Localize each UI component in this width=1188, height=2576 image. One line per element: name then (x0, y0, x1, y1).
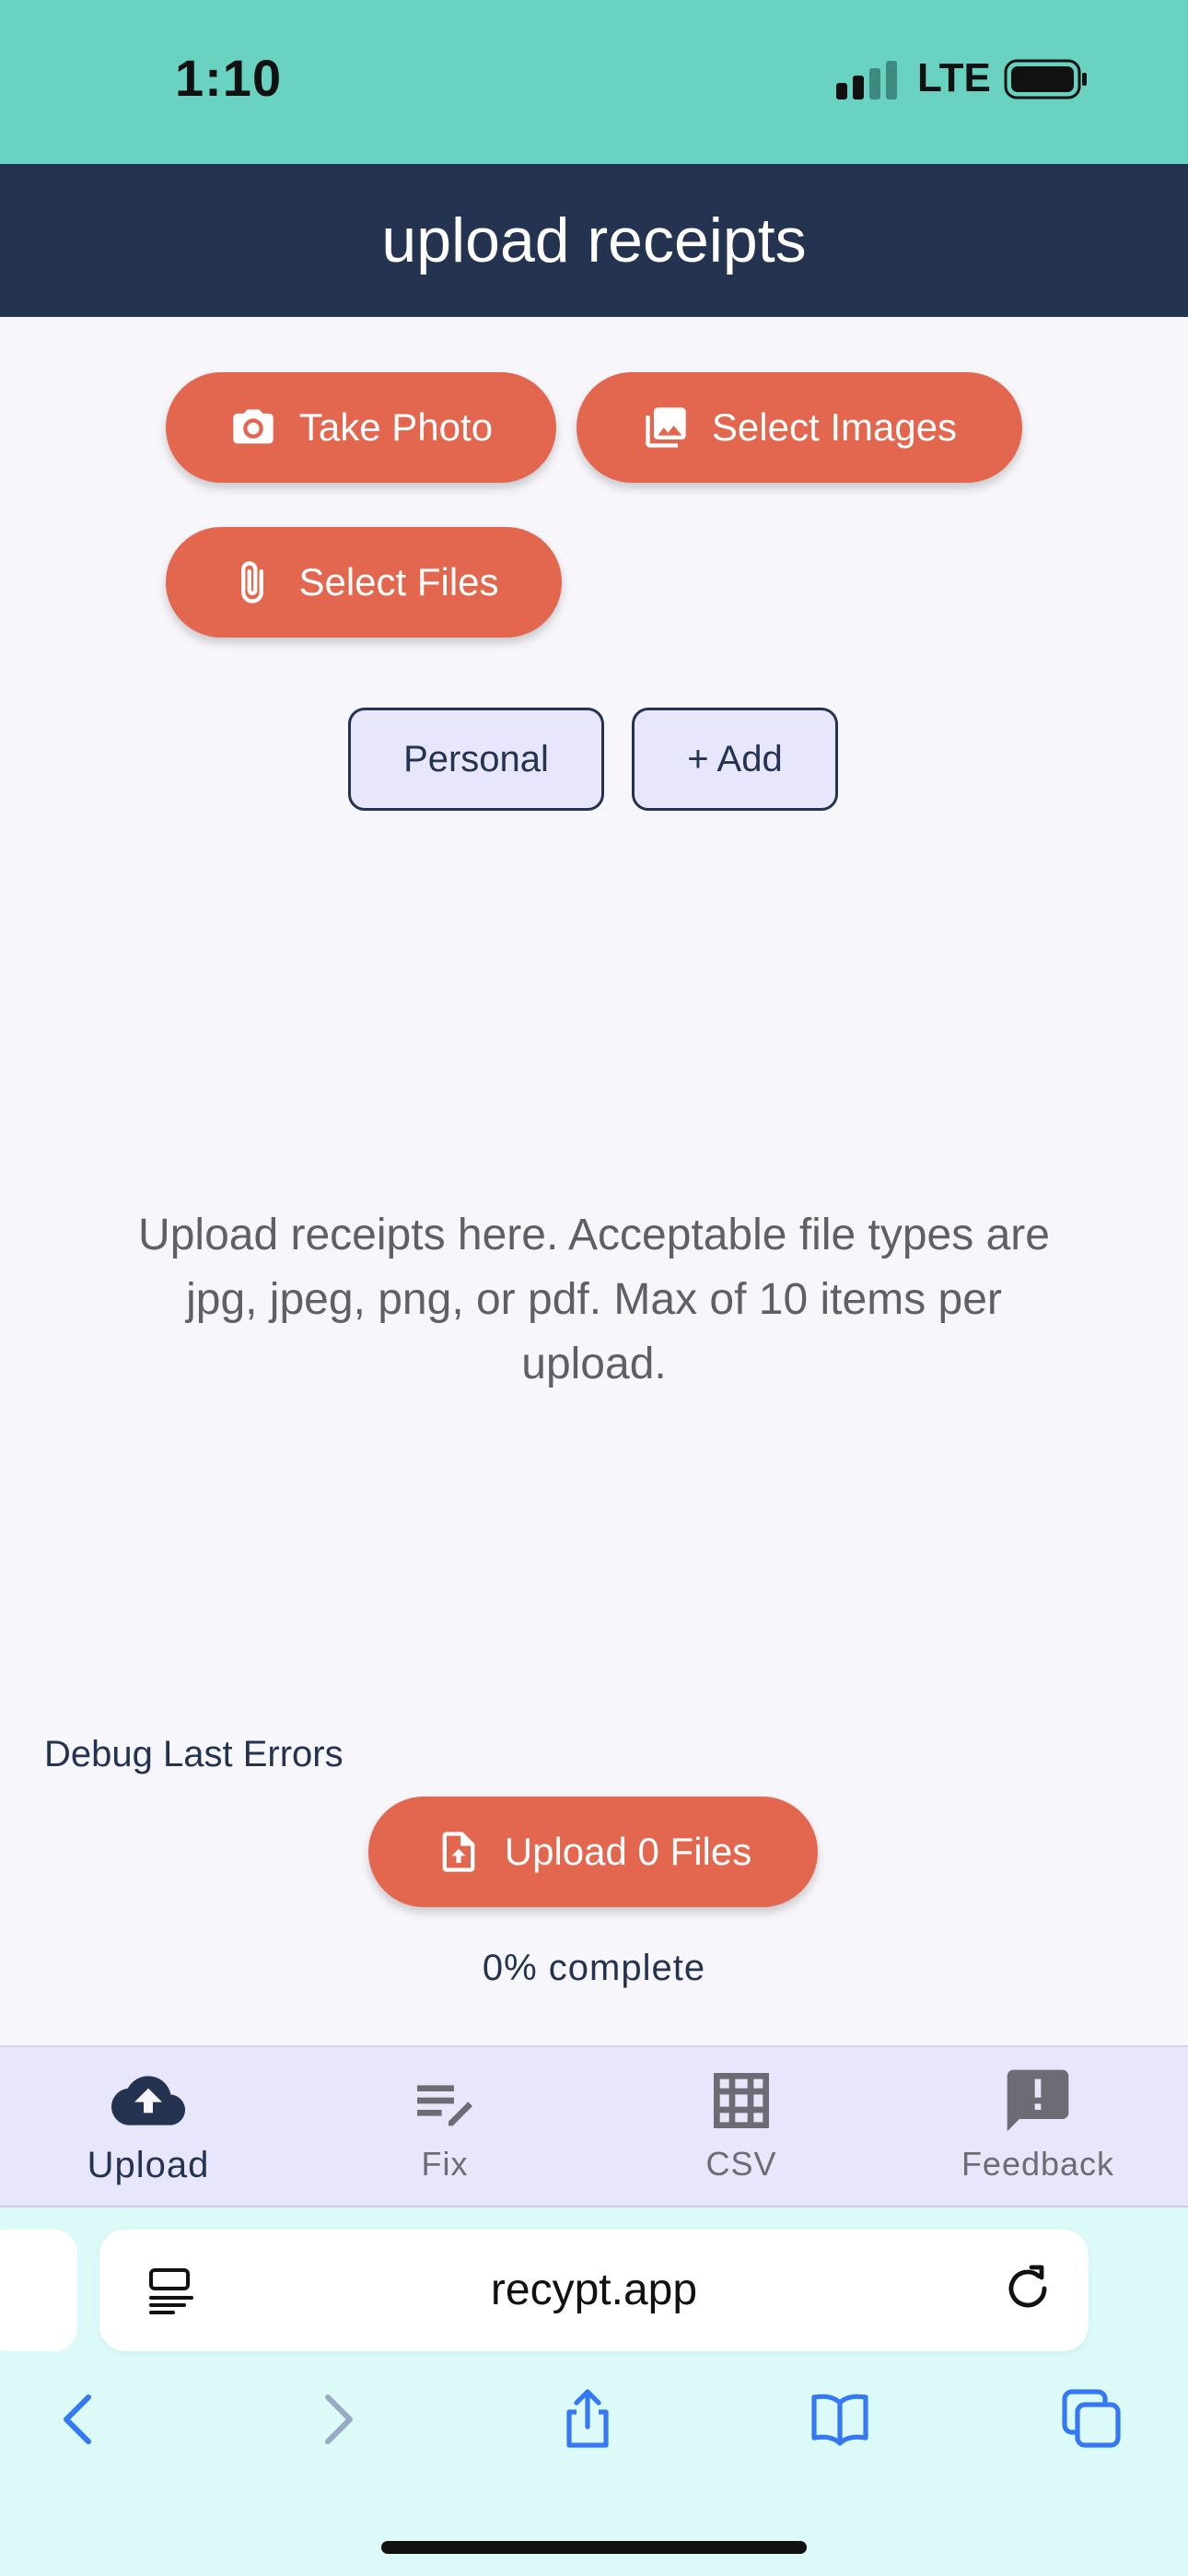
cloud-upload-icon (111, 2076, 185, 2125)
add-tag-label: + Add (687, 738, 783, 779)
previous-tab-preview[interactable] (0, 2230, 77, 2351)
url-text[interactable]: recypt.app (99, 2230, 1089, 2351)
nav-item-csv[interactable]: CSV (593, 2058, 890, 2196)
file-upload-icon (442, 1832, 475, 1872)
tag-personal[interactable]: Personal (348, 708, 604, 811)
edit-list-icon (417, 2085, 472, 2126)
upload-files-button[interactable]: Upload 0 Files (368, 1797, 818, 1907)
network-label: LTE (917, 55, 991, 100)
nav-item-upload[interactable]: Upload (0, 2058, 297, 2196)
feedback-icon (1007, 2069, 1069, 2132)
paperclip-icon (241, 561, 264, 603)
back-icon[interactable] (46, 2386, 112, 2453)
home-indicator (381, 2541, 807, 2554)
page-title: upload receipts (381, 205, 807, 275)
upload-files-label: Upload 0 Files (504, 1830, 752, 1873)
tabs-icon[interactable] (1059, 2386, 1125, 2453)
take-photo-label: Take Photo (298, 405, 494, 449)
status-time: 1:10 (175, 49, 283, 107)
photo-library-icon (646, 407, 686, 448)
nav-item-feedback[interactable]: Feedback (890, 2058, 1186, 2196)
camera-icon (233, 409, 274, 444)
page-menu-icon[interactable] (146, 2265, 197, 2316)
nav-item-fix[interactable]: Fix (297, 2058, 593, 2196)
debug-last-errors-link[interactable]: Debug Last Errors (44, 1734, 344, 1775)
select-files-label: Select Files (298, 560, 499, 603)
nav-label-csv: CSV (705, 2145, 777, 2183)
nav-label-fix: Fix (421, 2145, 469, 2183)
battery-icon (1004, 59, 1087, 100)
select-files-button[interactable]: Select Files (166, 527, 562, 638)
tag-personal-label: Personal (403, 738, 549, 779)
add-tag-button[interactable]: + Add (632, 708, 838, 811)
nav-label-feedback: Feedback (961, 2145, 1115, 2183)
select-images-button[interactable]: Select Images (577, 372, 1022, 483)
share-icon[interactable] (554, 2386, 621, 2453)
bookmarks-icon[interactable] (807, 2386, 873, 2453)
grid-icon (714, 2073, 769, 2128)
reload-icon[interactable] (1000, 2261, 1055, 2316)
signal-icon (836, 61, 897, 100)
take-photo-button[interactable]: Take Photo (166, 372, 556, 483)
select-images-label: Select Images (711, 405, 958, 449)
upload-instructions: Upload receipts here. Acceptable file ty… (138, 1211, 1050, 1388)
forward-icon[interactable] (304, 2386, 370, 2453)
nav-label-upload: Upload (87, 2145, 210, 2185)
upload-progress-text: 0% complete (482, 1948, 706, 1988)
